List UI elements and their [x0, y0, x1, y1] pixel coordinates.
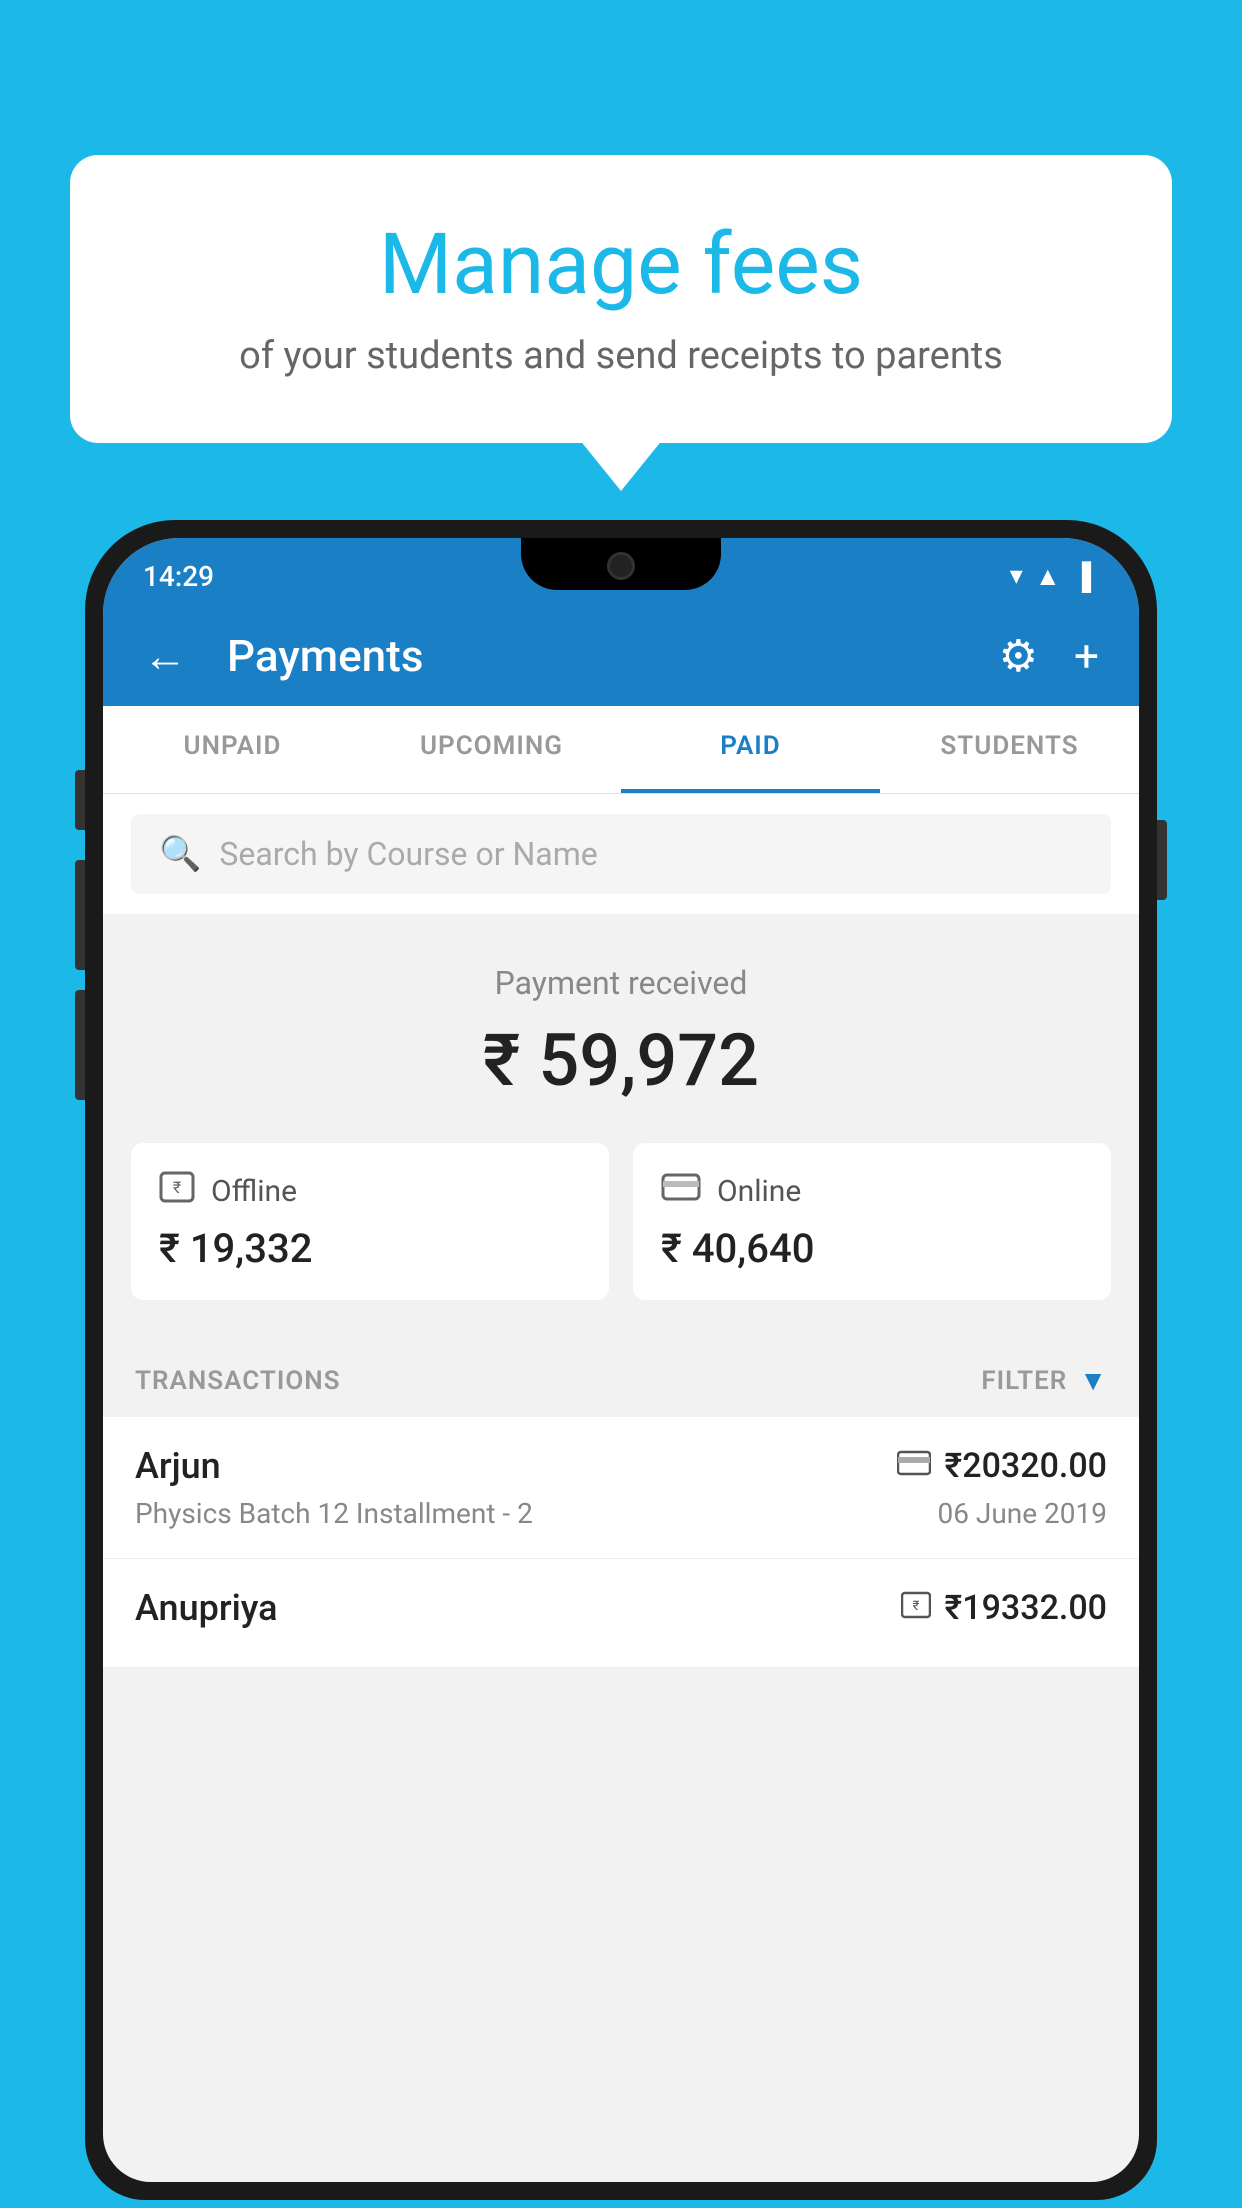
online-amount: ₹ 40,640	[661, 1225, 1083, 1272]
transaction-card-icon-arjun	[897, 1449, 931, 1484]
volume-up-button	[75, 860, 85, 970]
online-icon	[661, 1171, 701, 1211]
transaction-rupee-icon-anupriya: ₹	[901, 1591, 931, 1626]
online-card-header: Online	[661, 1171, 1083, 1211]
filter-icon: ▼	[1079, 1364, 1107, 1397]
tab-unpaid[interactable]: UNPAID	[103, 706, 362, 793]
transactions-label: TRANSACTIONS	[135, 1366, 341, 1396]
power-button	[1157, 820, 1167, 900]
transaction-amount-value-anupriya: ₹19332.00	[945, 1588, 1107, 1628]
front-camera	[607, 552, 635, 580]
transaction-row1-arjun: Arjun ₹20320.00	[135, 1445, 1107, 1487]
wifi-icon: ▾	[1010, 561, 1023, 591]
transaction-row1-anupriya: Anupriya ₹ ₹19332.00	[135, 1587, 1107, 1629]
volume-silent-button	[75, 770, 85, 830]
settings-icon[interactable]: ⚙	[999, 630, 1038, 682]
status-time: 14:29	[143, 560, 214, 593]
add-button[interactable]: +	[1074, 630, 1099, 682]
svg-text:₹: ₹	[912, 1599, 919, 1614]
phone-screen: 14:29 ▾ ▲ ▐ ← Payments ⚙	[103, 538, 1139, 2182]
app-title: Payments	[227, 630, 969, 682]
filter-container[interactable]: FILTER ▼	[981, 1364, 1107, 1397]
speech-bubble: Manage fees of your students and send re…	[70, 155, 1172, 443]
transaction-item-arjun[interactable]: Arjun ₹20320.00 Physics	[103, 1417, 1139, 1559]
svg-text:₹: ₹	[173, 1178, 181, 1197]
transaction-desc-arjun: Physics Batch 12 Installment - 2	[135, 1497, 533, 1530]
phone-notch	[521, 538, 721, 590]
online-label: Online	[717, 1174, 801, 1209]
phone-mockup: 14:29 ▾ ▲ ▐ ← Payments ⚙	[85, 520, 1157, 2208]
bubble-subtitle: of your students and send receipts to pa…	[150, 334, 1092, 378]
status-icons: ▾ ▲ ▐	[1010, 561, 1091, 592]
search-icon: 🔍	[159, 834, 201, 874]
app-bar: ← Payments ⚙ +	[103, 606, 1139, 706]
offline-card-header: ₹ Offline	[159, 1171, 581, 1211]
tab-students[interactable]: STUDENTS	[880, 706, 1139, 793]
offline-label: Offline	[211, 1174, 297, 1209]
back-button[interactable]: ←	[143, 630, 187, 682]
transaction-row2-arjun: Physics Batch 12 Installment - 2 06 June…	[135, 1497, 1107, 1530]
payment-cards: ₹ Offline ₹ 19,332	[103, 1143, 1139, 1336]
speech-bubble-container: Manage fees of your students and send re…	[70, 155, 1172, 443]
offline-amount: ₹ 19,332	[159, 1225, 581, 1272]
app-bar-icons: ⚙ +	[999, 630, 1099, 682]
transaction-name-arjun: Arjun	[135, 1445, 221, 1487]
payment-received-amount: ₹ 59,972	[123, 1018, 1119, 1103]
volume-down-button	[75, 990, 85, 1100]
online-card: Online ₹ 40,640	[633, 1143, 1111, 1300]
transaction-date-arjun: 06 June 2019	[937, 1497, 1107, 1530]
offline-card: ₹ Offline ₹ 19,332	[131, 1143, 609, 1300]
battery-icon: ▐	[1073, 561, 1091, 592]
search-container: 🔍 Search by Course or Name	[103, 794, 1139, 914]
bubble-title: Manage fees	[150, 215, 1092, 314]
signal-icon: ▲	[1035, 561, 1061, 592]
transactions-header: TRANSACTIONS FILTER ▼	[103, 1336, 1139, 1417]
transaction-amount-anupriya: ₹ ₹19332.00	[901, 1588, 1107, 1628]
transaction-item-anupriya[interactable]: Anupriya ₹ ₹19332.00	[103, 1559, 1139, 1668]
payment-section: Payment received ₹ 59,972	[103, 914, 1139, 1143]
filter-label: FILTER	[981, 1366, 1067, 1396]
transaction-amount-value-arjun: ₹20320.00	[945, 1446, 1107, 1486]
tabs-bar: UNPAID UPCOMING PAID STUDENTS	[103, 706, 1139, 794]
search-box[interactable]: 🔍 Search by Course or Name	[131, 814, 1111, 894]
transaction-name-anupriya: Anupriya	[135, 1587, 278, 1629]
offline-icon: ₹	[159, 1171, 195, 1211]
search-input[interactable]: Search by Course or Name	[219, 835, 597, 873]
phone-outer: 14:29 ▾ ▲ ▐ ← Payments ⚙	[85, 520, 1157, 2200]
tab-paid[interactable]: PAID	[621, 706, 880, 793]
screen-content: 14:29 ▾ ▲ ▐ ← Payments ⚙	[103, 538, 1139, 2182]
tab-upcoming[interactable]: UPCOMING	[362, 706, 621, 793]
payment-received-label: Payment received	[123, 964, 1119, 1002]
transaction-amount-arjun: ₹20320.00	[897, 1446, 1107, 1486]
